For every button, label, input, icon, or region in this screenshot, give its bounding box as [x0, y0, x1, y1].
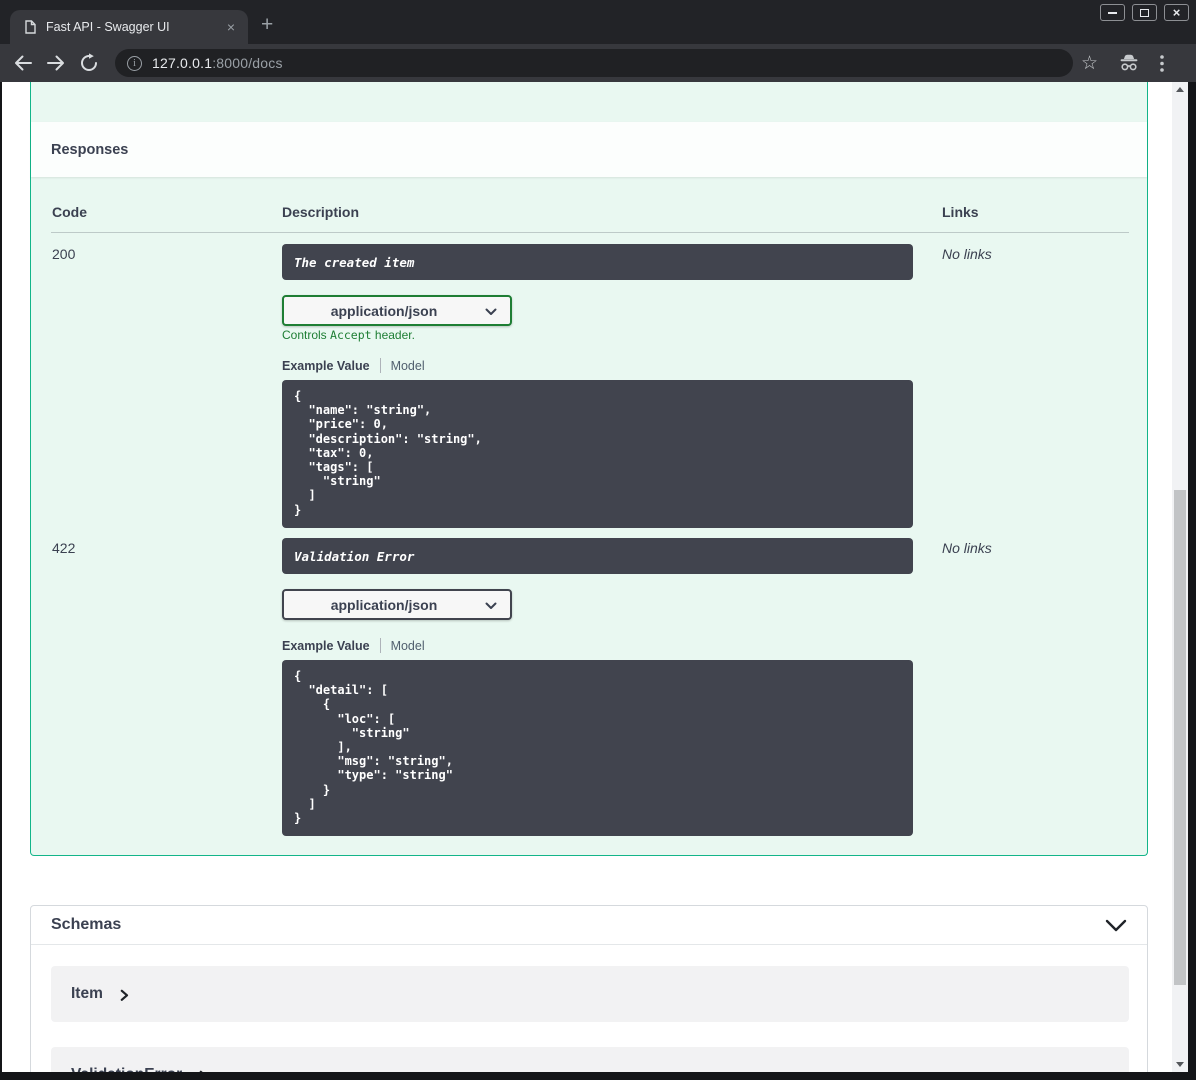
example-json-422: { "detail": [ { "loc": [ "string" ], "ms…: [282, 660, 913, 836]
url-text[interactable]: 127.0.0.1:8000/docs: [152, 55, 283, 71]
column-header-links: Links: [942, 204, 979, 220]
window-controls: ×: [1100, 4, 1189, 21]
maximize-icon: [1140, 8, 1149, 17]
incognito-icon: [1118, 54, 1140, 72]
new-tab-button[interactable]: +: [261, 13, 273, 37]
tab-model-422[interactable]: Model: [391, 639, 425, 653]
back-button[interactable]: [10, 50, 36, 76]
menu-dots-icon[interactable]: [1160, 54, 1164, 72]
page-icon: [25, 20, 36, 34]
tab-model-200[interactable]: Model: [391, 359, 425, 373]
accept-note-suffix: header.: [371, 328, 415, 342]
forward-button[interactable]: [43, 50, 69, 76]
schemas-panel: Schemas Item ValidationError: [30, 905, 1148, 1080]
schemas-header[interactable]: Schemas: [31, 906, 1147, 945]
reload-button[interactable]: [76, 50, 102, 76]
page-scrollbar[interactable]: [1172, 82, 1188, 1072]
response-code-422: 422: [52, 540, 76, 556]
responses-section-title: Responses: [31, 122, 1147, 177]
table-header-divider: [51, 232, 1129, 233]
tab-example-value-422[interactable]: Example Value: [282, 639, 370, 653]
tab-close-icon[interactable]: ×: [227, 19, 235, 35]
tab-example-value-200[interactable]: Example Value: [282, 359, 370, 373]
scroll-down-arrow-icon[interactable]: [1176, 1062, 1184, 1067]
browser-window: Fast API - Swagger UI × + × i 127.0.0.1:…: [0, 0, 1196, 1080]
media-type-select-422[interactable]: application/json: [282, 589, 512, 620]
response-code-200: 200: [52, 246, 76, 262]
site-info-icon[interactable]: i: [127, 55, 142, 71]
browser-tab[interactable]: Fast API - Swagger UI ×: [10, 10, 248, 44]
links-cell-200: No links: [942, 246, 992, 262]
chevron-right-icon: [120, 989, 129, 1002]
maximize-button[interactable]: [1132, 4, 1157, 21]
media-type-value-200: application/json: [330, 302, 438, 319]
links-cell-422: No links: [942, 540, 992, 556]
accept-note-code: Accept: [330, 328, 372, 342]
page-content: Responses Code Description Links 200 The…: [0, 82, 1196, 1080]
media-type-select-200[interactable]: application/json: [282, 295, 512, 326]
close-button[interactable]: ×: [1164, 4, 1189, 21]
bookmark-star-icon[interactable]: ☆: [1081, 54, 1098, 73]
window-border-left: [0, 82, 2, 1080]
url-path: :8000/docs: [212, 55, 283, 71]
chevron-down-icon: [485, 308, 497, 316]
toolbar-right-icons: ☆: [1081, 54, 1164, 73]
window-border-right: [1188, 82, 1196, 1080]
example-json-200: { "name": "string", "price": 0, "descrip…: [282, 380, 913, 528]
tab-title: Fast API - Swagger UI: [46, 20, 170, 34]
browser-toolbar: i 127.0.0.1:8000/docs ☆: [0, 44, 1196, 82]
media-type-value-422: application/json: [330, 596, 438, 613]
schema-name-item: Item: [71, 985, 103, 1002]
minimize-button[interactable]: [1100, 4, 1125, 21]
schemas-section-title: Schemas: [51, 916, 122, 933]
window-border-bottom: [0, 1072, 1196, 1080]
minimize-icon: [1108, 11, 1117, 14]
responses-panel: Responses Code Description Links 200 The…: [30, 82, 1148, 856]
response-description-200: The created item: [282, 244, 913, 280]
tab-divider: [379, 638, 381, 653]
address-bar[interactable]: i 127.0.0.1:8000/docs: [115, 49, 1073, 77]
chevron-down-icon: [485, 602, 497, 610]
scroll-up-arrow-icon[interactable]: [1176, 87, 1184, 92]
example-model-tabs-200: Example Value Model: [282, 358, 425, 373]
tab-divider: [379, 358, 381, 373]
column-header-description: Description: [282, 204, 360, 220]
title-bar: Fast API - Swagger UI × + ×: [0, 0, 1196, 44]
schema-item[interactable]: Item: [51, 966, 1129, 1022]
chevron-down-icon[interactable]: [1105, 919, 1127, 932]
column-header-code: Code: [52, 204, 87, 220]
scrollbar-thumb[interactable]: [1174, 490, 1186, 985]
accept-header-note: Controls Accept header.: [282, 328, 415, 342]
accept-note-prefix: Controls: [282, 328, 331, 342]
response-description-422: Validation Error: [282, 538, 913, 574]
example-model-tabs-422: Example Value Model: [282, 638, 425, 653]
url-host: 127.0.0.1: [152, 55, 213, 71]
